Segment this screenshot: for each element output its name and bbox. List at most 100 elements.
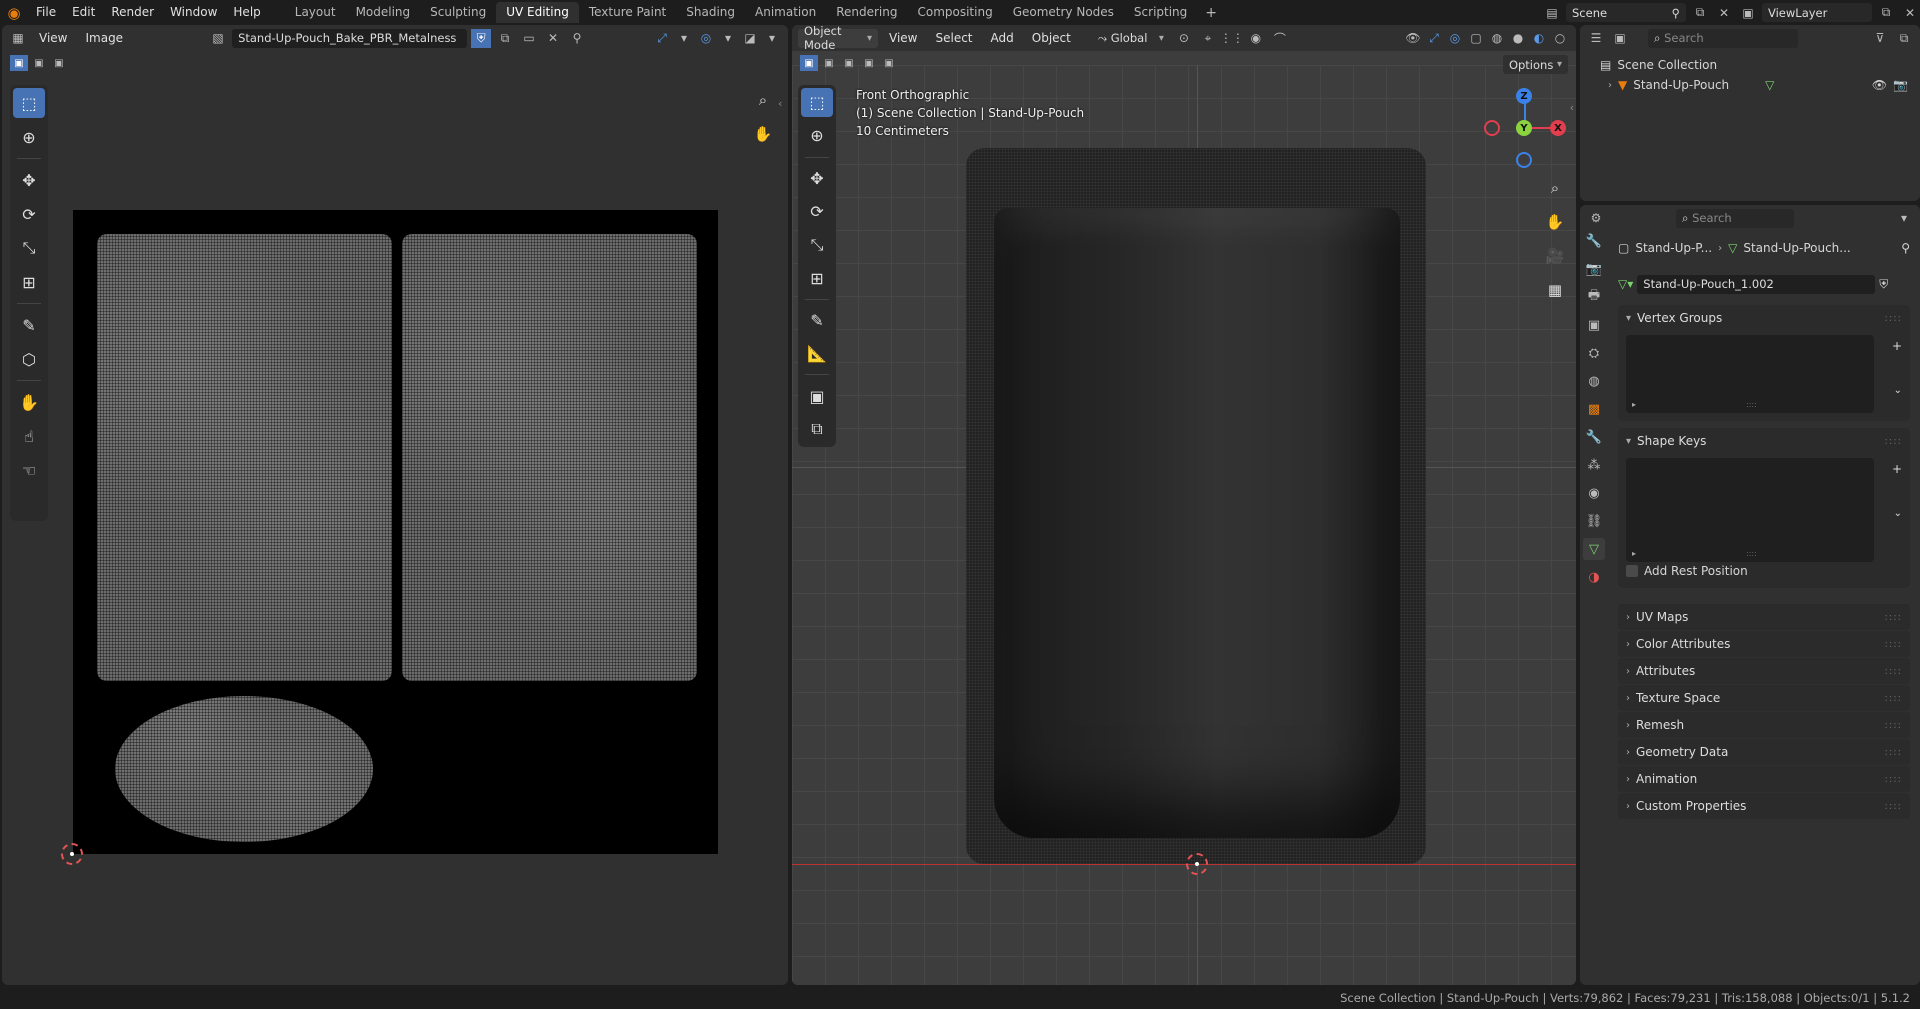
gizmo-toggle-icon[interactable]: ⤢ bbox=[1424, 29, 1444, 48]
vertex-groups-list[interactable]: ▸ :::: bbox=[1626, 335, 1874, 413]
drag-handle-icon[interactable]: :::: bbox=[1885, 639, 1902, 650]
zoom-icon[interactable]: ⌕ bbox=[1542, 175, 1568, 201]
rip-region-icon[interactable]: ⬡ bbox=[13, 344, 45, 374]
options-button[interactable]: Options ▾ bbox=[1502, 55, 1568, 74]
editor-type-icon[interactable]: ⚙ bbox=[1586, 209, 1606, 228]
fake-user-icon[interactable]: ⛨ bbox=[1879, 277, 1888, 292]
section-custom-properties[interactable]: › Custom Properties:::: bbox=[1618, 793, 1910, 819]
select-box-icon[interactable]: ⬚ bbox=[13, 88, 45, 118]
select-intersect-icon[interactable]: ▣ bbox=[880, 55, 898, 71]
tab-sculpting[interactable]: Sculpting bbox=[420, 2, 496, 23]
vertex-groups-header[interactable]: ▾ Vertex Groups:::: bbox=[1618, 305, 1910, 331]
material-shading-icon[interactable]: ◐ bbox=[1529, 29, 1549, 48]
transform-icon[interactable]: ⊞ bbox=[801, 264, 833, 293]
transform-icon[interactable]: ⊞ bbox=[13, 267, 45, 297]
constraints-tab-icon[interactable]: ⛓ bbox=[1583, 510, 1605, 532]
outliner-row-object[interactable]: › ▼ Stand-Up-Pouch ▽ 👁 📷 bbox=[1608, 75, 1908, 95]
uv-image-canvas[interactable] bbox=[73, 210, 718, 854]
new-collection-icon[interactable]: ⧉ bbox=[1894, 29, 1914, 48]
move-icon[interactable]: ✥ bbox=[13, 165, 45, 195]
select-new-icon[interactable]: ▣ bbox=[800, 55, 818, 71]
breadcrumb-mesh[interactable]: Stand-Up-Pouch... bbox=[1743, 241, 1850, 255]
viewlayer-selector[interactable]: ViewLayer bbox=[1762, 3, 1872, 22]
viewlayer-icon[interactable]: ▣ bbox=[1738, 3, 1758, 22]
mesh-name-field[interactable]: Stand-Up-Pouch_1.002 bbox=[1637, 274, 1876, 294]
tab-animation[interactable]: Animation bbox=[745, 2, 826, 23]
outliner-area[interactable]: ☰ ▣ ⌕ Search ⊽ ⧉ ▤ Scene Collection › ▼ … bbox=[1580, 25, 1920, 201]
overlay-dropdown-icon[interactable]: ▾ bbox=[718, 29, 738, 48]
gizmo-x-icon[interactable]: X bbox=[1550, 120, 1566, 136]
drag-handle-icon[interactable]: :::: bbox=[1885, 801, 1902, 812]
tab-shading[interactable]: Shading bbox=[676, 2, 745, 23]
mode-selector[interactable]: Object Mode ▾ bbox=[798, 25, 878, 52]
add-shape-key-icon[interactable]: + bbox=[1892, 462, 1902, 476]
section-remesh[interactable]: › Remesh:::: bbox=[1618, 712, 1910, 738]
add-rest-position-checkbox[interactable] bbox=[1626, 565, 1638, 577]
scale-icon[interactable]: ⤡ bbox=[13, 233, 45, 263]
delete-viewlayer-icon[interactable]: ✕ bbox=[1900, 3, 1920, 22]
section-geometry-data[interactable]: › Geometry Data:::: bbox=[1618, 739, 1910, 765]
list-resize-icon[interactable]: :::: bbox=[1746, 549, 1757, 558]
gizmo-toggle-icon[interactable]: ⤢ bbox=[652, 29, 672, 48]
gizmo-dropdown-icon[interactable]: ▾ bbox=[674, 29, 694, 48]
gizmo-neg-z-icon[interactable] bbox=[1516, 152, 1532, 168]
pin-image-icon[interactable]: ⚲ bbox=[567, 29, 587, 48]
drag-handle-icon[interactable]: :::: bbox=[1885, 747, 1902, 758]
annotate-icon[interactable]: ✎ bbox=[13, 310, 45, 340]
drag-handle-icon[interactable]: :::: bbox=[1885, 666, 1902, 677]
editor-type-icon[interactable]: ▦ bbox=[8, 29, 28, 48]
mesh-browse-icon[interactable]: ▽▾ bbox=[1618, 277, 1633, 291]
navigation-gizmo[interactable]: Z Y X bbox=[1484, 88, 1566, 168]
camera-icon[interactable]: 🎥 bbox=[1542, 243, 1568, 269]
tab-modeling[interactable]: Modeling bbox=[346, 2, 421, 23]
outliner-search[interactable]: ⌕ Search bbox=[1648, 28, 1798, 48]
grab-icon[interactable]: ✋ bbox=[13, 387, 45, 417]
shape-keys-list[interactable]: ▸ :::: bbox=[1626, 458, 1874, 562]
add-workspace-icon[interactable]: + bbox=[1197, 5, 1225, 21]
overlay-toggle-icon[interactable]: ◎ bbox=[1445, 29, 1465, 48]
particles-tab-icon[interactable]: ⁂ bbox=[1583, 454, 1605, 476]
output-tab-icon[interactable]: 🖶 bbox=[1583, 286, 1605, 308]
view-layer-tab-icon[interactable]: ▣ bbox=[1583, 314, 1605, 336]
section-attributes[interactable]: › Attributes:::: bbox=[1618, 658, 1910, 684]
visibility-eye-icon[interactable]: 👁 bbox=[1872, 78, 1887, 92]
uv-2d-cursor-icon[interactable] bbox=[61, 843, 83, 865]
drag-handle-icon[interactable]: :::: bbox=[1885, 720, 1902, 731]
overlay-toggle-icon[interactable]: ◎ bbox=[696, 29, 716, 48]
cursor-icon[interactable]: ⊕ bbox=[801, 121, 833, 150]
drag-handle-icon[interactable]: :::: bbox=[1885, 612, 1902, 623]
vp-menu-add[interactable]: Add bbox=[984, 31, 1021, 45]
display-channels-icon[interactable]: ◪ bbox=[740, 29, 760, 48]
rotate-icon[interactable]: ⟳ bbox=[13, 199, 45, 229]
add-object-icon[interactable]: ⧉ bbox=[801, 415, 833, 444]
outliner-row-collection[interactable]: ▤ Scene Collection bbox=[1600, 55, 1717, 75]
select-subtract-icon[interactable]: ▣ bbox=[50, 55, 68, 71]
annotate-icon[interactable]: ✎ bbox=[801, 306, 833, 335]
select-invert-icon[interactable]: ▣ bbox=[860, 55, 878, 71]
display-mode-icon[interactable]: ▣ bbox=[1610, 29, 1630, 48]
tab-rendering[interactable]: Rendering bbox=[826, 2, 907, 23]
section-uv-maps[interactable]: › UV Maps:::: bbox=[1618, 604, 1910, 630]
channels-dropdown-icon[interactable]: ▾ bbox=[762, 29, 782, 48]
uv-menu-image[interactable]: Image bbox=[78, 31, 130, 45]
vp-menu-object[interactable]: Object bbox=[1025, 31, 1078, 45]
render-camera-icon[interactable]: 📷 bbox=[1893, 78, 1908, 92]
snap-grid-icon[interactable]: ⋮⋮ bbox=[1220, 29, 1244, 48]
select-subtract-icon[interactable]: ▣ bbox=[840, 55, 858, 71]
object-tab-icon[interactable]: ▩ bbox=[1583, 398, 1605, 420]
rotate-icon[interactable]: ⟳ bbox=[801, 197, 833, 226]
section-animation[interactable]: › Animation:::: bbox=[1618, 766, 1910, 792]
visibility-icon[interactable]: 👁 bbox=[1403, 29, 1423, 48]
solid-shading-icon[interactable]: ● bbox=[1508, 29, 1528, 48]
vp-menu-view[interactable]: View bbox=[882, 31, 924, 45]
open-image-icon[interactable]: ▭ bbox=[519, 29, 539, 48]
mesh-data-tab-icon[interactable]: ▽ bbox=[1583, 538, 1605, 560]
drag-handle-icon[interactable]: :::: bbox=[1885, 436, 1902, 447]
shape-keys-header[interactable]: ▾ Shape Keys:::: bbox=[1618, 428, 1910, 454]
image-name-field[interactable]: Stand-Up-Pouch_Bake_PBR_Metalness bbox=[232, 28, 468, 48]
perspective-grid-icon[interactable]: ▦ bbox=[1542, 277, 1568, 303]
scene-tab-icon[interactable]: ⛭ bbox=[1583, 342, 1605, 364]
relax-icon[interactable]: ☝ bbox=[13, 421, 45, 451]
select-new-icon[interactable]: ▣ bbox=[10, 55, 28, 71]
new-scene-icon[interactable]: ⧉ bbox=[1690, 3, 1710, 22]
